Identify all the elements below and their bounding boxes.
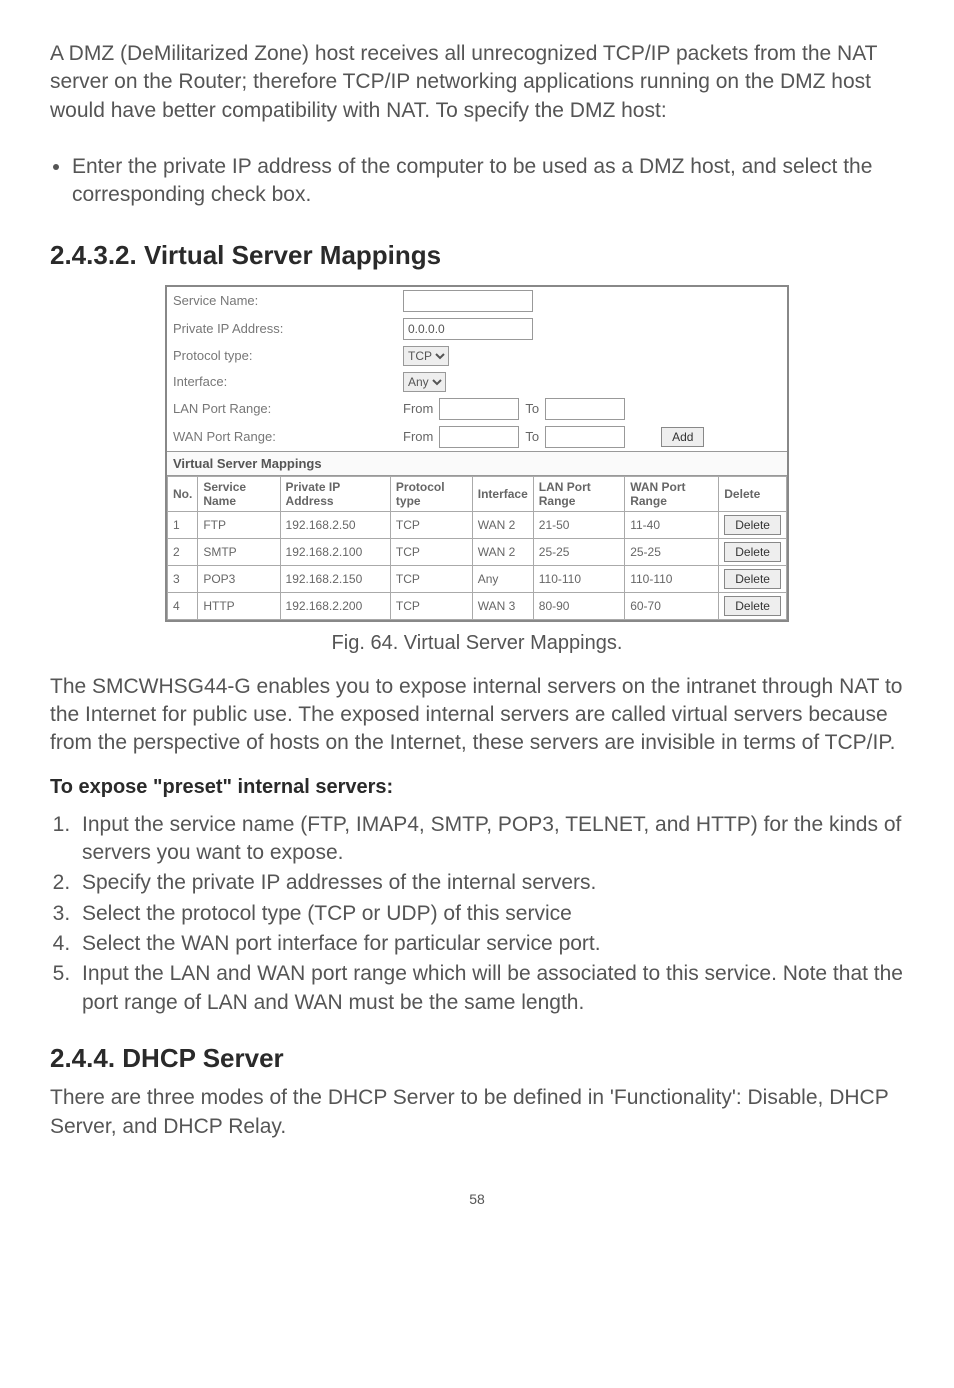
wan-to-input[interactable] — [545, 426, 625, 448]
interface-label: Interface: — [173, 374, 403, 389]
col-del: Delete — [719, 476, 787, 511]
protocol-label: Protocol type: — [173, 348, 403, 363]
wan-to-label: To — [525, 429, 539, 444]
lan-from-label: From — [403, 401, 433, 416]
intro-bullet: Enter the private IP address of the comp… — [72, 153, 904, 210]
mappings-table: No. Service Name Private IP Address Prot… — [167, 476, 787, 620]
section-heading-virtual-server: 2.4.3.2. Virtual Server Mappings — [50, 240, 904, 271]
col-service: Service Name — [198, 476, 280, 511]
col-lan: LAN Port Range — [533, 476, 624, 511]
cell-service: HTTP — [198, 592, 280, 619]
service-name-label: Service Name: — [173, 293, 403, 308]
delete-button[interactable]: Delete — [724, 569, 781, 589]
cell-lan: 80-90 — [533, 592, 624, 619]
step-item: Input the LAN and WAN port range which w… — [76, 960, 904, 1017]
cell-lan: 110-110 — [533, 565, 624, 592]
table-row: 2 SMTP 192.168.2.100 TCP WAN 2 25-25 25-… — [168, 538, 787, 565]
steps-list: Input the service name (FTP, IMAP4, SMTP… — [50, 811, 904, 1017]
cell-no: 3 — [168, 565, 198, 592]
lan-to-input[interactable] — [545, 398, 625, 420]
mappings-subheader: Virtual Server Mappings — [167, 451, 787, 476]
col-ip: Private IP Address — [280, 476, 390, 511]
cell-no: 1 — [168, 511, 198, 538]
cell-ip: 192.168.2.100 — [280, 538, 390, 565]
cell-proto: TCP — [390, 511, 472, 538]
col-no: No. — [168, 476, 198, 511]
cell-wan: 11-40 — [625, 511, 719, 538]
cell-proto: TCP — [390, 565, 472, 592]
cell-ip: 192.168.2.200 — [280, 592, 390, 619]
lan-to-label: To — [525, 401, 539, 416]
wan-from-input[interactable] — [439, 426, 519, 448]
delete-button[interactable]: Delete — [724, 542, 781, 562]
cell-proto: TCP — [390, 538, 472, 565]
wan-from-label: From — [403, 429, 433, 444]
wan-port-range-label: WAN Port Range: — [173, 429, 403, 444]
cell-no: 4 — [168, 592, 198, 619]
private-ip-input[interactable] — [403, 318, 533, 340]
section-heading-dhcp: 2.4.4. DHCP Server — [50, 1043, 904, 1074]
lan-from-input[interactable] — [439, 398, 519, 420]
cell-iface: Any — [472, 565, 533, 592]
col-wan: WAN Port Range — [625, 476, 719, 511]
cell-service: POP3 — [198, 565, 280, 592]
interface-select[interactable]: Any — [403, 372, 446, 392]
virtual-server-form: Service Name: Private IP Address: Protoc… — [165, 285, 789, 622]
cell-ip: 192.168.2.150 — [280, 565, 390, 592]
cell-lan: 21-50 — [533, 511, 624, 538]
delete-button[interactable]: Delete — [724, 596, 781, 616]
body-paragraph-1: The SMCWHSG44-G enables you to expose in… — [50, 673, 904, 758]
protocol-select[interactable]: TCP — [403, 346, 449, 366]
cell-proto: TCP — [390, 592, 472, 619]
cell-iface: WAN 3 — [472, 592, 533, 619]
cell-wan: 60-70 — [625, 592, 719, 619]
col-iface: Interface — [472, 476, 533, 511]
expose-preset-heading: To expose "preset" internal servers: — [50, 776, 904, 799]
screenshot-container: Service Name: Private IP Address: Protoc… — [50, 285, 904, 622]
service-name-input[interactable] — [403, 290, 533, 312]
cell-wan: 110-110 — [625, 565, 719, 592]
cell-ip: 192.168.2.50 — [280, 511, 390, 538]
delete-button[interactable]: Delete — [724, 515, 781, 535]
table-row: 3 POP3 192.168.2.150 TCP Any 110-110 110… — [168, 565, 787, 592]
body-paragraph-2: There are three modes of the DHCP Server… — [50, 1084, 904, 1141]
cell-lan: 25-25 — [533, 538, 624, 565]
page-number: 58 — [50, 1191, 904, 1207]
table-row: 4 HTTP 192.168.2.200 TCP WAN 3 80-90 60-… — [168, 592, 787, 619]
lan-port-range-label: LAN Port Range: — [173, 401, 403, 416]
figure-caption: Fig. 64. Virtual Server Mappings. — [50, 632, 904, 655]
col-proto: Protocol type — [390, 476, 472, 511]
intro-bullet-list: Enter the private IP address of the comp… — [50, 153, 904, 210]
add-button[interactable]: Add — [661, 427, 704, 447]
cell-iface: WAN 2 — [472, 511, 533, 538]
cell-service: SMTP — [198, 538, 280, 565]
step-item: Select the WAN port interface for partic… — [76, 930, 904, 958]
cell-service: FTP — [198, 511, 280, 538]
cell-no: 2 — [168, 538, 198, 565]
intro-paragraph: A DMZ (DeMilitarized Zone) host receives… — [50, 40, 904, 125]
private-ip-label: Private IP Address: — [173, 321, 403, 336]
cell-wan: 25-25 — [625, 538, 719, 565]
intro-text: A DMZ (DeMilitarized Zone) host receives… — [50, 42, 877, 122]
step-item: Select the protocol type (TCP or UDP) of… — [76, 900, 904, 928]
step-item: Specify the private IP addresses of the … — [76, 869, 904, 897]
step-item: Input the service name (FTP, IMAP4, SMTP… — [76, 811, 904, 868]
cell-iface: WAN 2 — [472, 538, 533, 565]
table-row: 1 FTP 192.168.2.50 TCP WAN 2 21-50 11-40… — [168, 511, 787, 538]
